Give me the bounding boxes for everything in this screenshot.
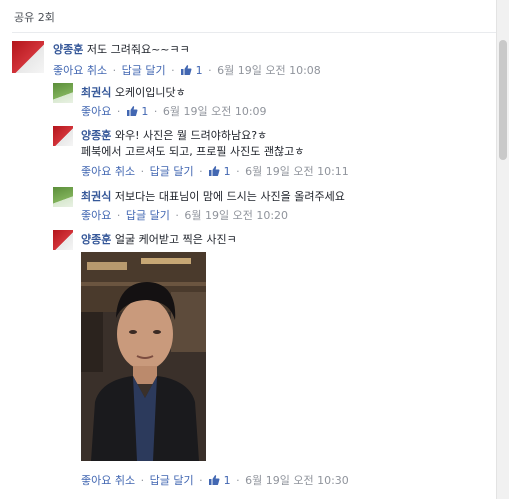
comment-author[interactable]: 양종훈: [53, 43, 83, 56]
avatar[interactable]: [53, 83, 73, 103]
comment-meta: 좋아요 · 1 · 6월 19일 오전 10:09: [81, 103, 267, 119]
attached-photo[interactable]: [81, 252, 206, 461]
vertical-scrollbar[interactable]: [496, 0, 509, 499]
comment: 양종훈 저도 그려줘요~~ㅋㅋ 좋아요 취소 · 답글 달기 · 1 · 6월 …: [12, 41, 492, 77]
comment-meta: 좋아요 취소 · 답글 달기 · 1 · 6월 19일 오전 10:30: [81, 472, 349, 488]
reply: 양종훈 얼굴 케어받고 찍은 사진ㅋ 좋아요 취소 · 답글 달기 · 1 · …: [53, 230, 483, 492]
reply: 양종훈 와우! 사진은 뭘 드려야하남요?ㅎ 페북에서 고르셔도 되고, 프로필…: [53, 126, 483, 178]
comment-author[interactable]: 최권식: [81, 190, 111, 203]
avatar[interactable]: [12, 41, 44, 73]
separator-dot: ·: [199, 474, 203, 487]
comment-timestamp[interactable]: 6월 19일 오전 10:09: [163, 105, 267, 118]
avatar[interactable]: [53, 230, 73, 250]
like-button[interactable]: 좋아요: [81, 165, 111, 178]
comment-timestamp[interactable]: 6월 19일 오전 10:20: [184, 209, 288, 222]
comment-author[interactable]: 최권식: [81, 86, 111, 99]
cancel-like-button[interactable]: 취소: [115, 474, 135, 487]
reply: 최권식 저보다는 대표님이 맘에 드시는 사진을 올려주세요 좋아요 · 답글 …: [53, 187, 483, 223]
separator-dot: ·: [140, 165, 145, 178]
comment-text-line2: 페북에서 고르셔도 되고, 프로필 사진도 괜찮고ㅎ: [81, 145, 305, 158]
comment-text: 와우! 사진은 뭘 드려야하남요?ㅎ: [114, 129, 268, 142]
portrait-photo-image: [81, 252, 206, 461]
like-count[interactable]: 1: [196, 64, 203, 77]
thumbs-up-icon[interactable]: [208, 474, 220, 486]
separator-dot: ·: [116, 105, 121, 118]
separator-dot: ·: [199, 165, 203, 178]
separator-dot: ·: [140, 474, 145, 487]
separator-dot: ·: [175, 209, 179, 222]
comment-text: 저보다는 대표님이 맘에 드시는 사진을 올려주세요: [114, 190, 345, 203]
divider: [12, 32, 497, 33]
comment-text: 저도 그려줘요~~ㅋㅋ: [86, 43, 190, 56]
comment-meta: 좋아요 취소 · 답글 달기 · 1 · 6월 19일 오전 10:08: [53, 62, 321, 78]
comment-timestamp[interactable]: 6월 19일 오전 10:08: [217, 64, 321, 77]
scrollbar-thumb[interactable]: [499, 40, 507, 160]
comment-author[interactable]: 양종훈: [81, 129, 111, 142]
separator-dot: ·: [236, 474, 240, 487]
share-count[interactable]: 공유 2회: [14, 9, 55, 25]
separator-dot: ·: [208, 64, 212, 77]
separator-dot: ·: [153, 105, 158, 118]
cancel-like-button[interactable]: 취소: [87, 64, 107, 77]
separator-dot: ·: [112, 64, 117, 77]
comment-meta: 좋아요 · 답글 달기 · 6월 19일 오전 10:20: [81, 207, 288, 223]
reply-button[interactable]: 답글 달기: [126, 209, 170, 222]
avatar[interactable]: [53, 126, 73, 146]
like-button[interactable]: 좋아요: [81, 209, 111, 222]
reply-button[interactable]: 답글 달기: [150, 165, 194, 178]
comment-timestamp[interactable]: 6월 19일 오전 10:30: [245, 474, 349, 487]
reply-button[interactable]: 답글 달기: [150, 474, 194, 487]
comment-timestamp[interactable]: 6월 19일 오전 10:11: [245, 165, 349, 178]
comments-frame: 공유 2회 양종훈 저도 그려줘요~~ㅋㅋ 좋아요 취소 · 답글 달기 · 1…: [0, 0, 509, 499]
comment-author[interactable]: 양종훈: [81, 233, 111, 246]
separator-dot: ·: [116, 209, 121, 222]
comment-text: 오케이입니닷ㅎ: [114, 86, 186, 99]
separator-dot: ·: [171, 64, 175, 77]
like-button[interactable]: 좋아요: [81, 105, 111, 118]
comment-text: 얼굴 케어받고 찍은 사진ㅋ: [114, 233, 237, 246]
thumbs-up-icon[interactable]: [208, 165, 220, 177]
like-button[interactable]: 좋아요: [53, 64, 83, 77]
comments-panel: 공유 2회 양종훈 저도 그려줘요~~ㅋㅋ 좋아요 취소 · 답글 달기 · 1…: [0, 0, 497, 499]
like-button[interactable]: 좋아요: [81, 474, 111, 487]
reply: 최권식 오케이입니닷ㅎ 좋아요 · 1 · 6월 19일 오전 10:09: [53, 83, 483, 119]
like-count[interactable]: 1: [141, 105, 148, 118]
cancel-like-button[interactable]: 취소: [115, 165, 135, 178]
reply-button[interactable]: 답글 달기: [122, 64, 166, 77]
like-count[interactable]: 1: [224, 165, 231, 178]
thumbs-up-icon[interactable]: [180, 64, 192, 76]
thumbs-up-icon[interactable]: [126, 105, 138, 117]
avatar[interactable]: [53, 187, 73, 207]
like-count[interactable]: 1: [224, 474, 231, 487]
comment-meta: 좋아요 취소 · 답글 달기 · 1 · 6월 19일 오전 10:11: [81, 163, 349, 179]
separator-dot: ·: [236, 165, 240, 178]
